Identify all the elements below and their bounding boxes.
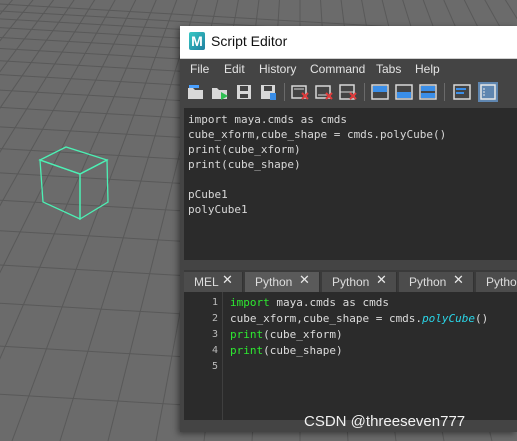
history-line: cube_xform,cube_shape = cmds.polyCube()	[188, 128, 447, 141]
menu-help[interactable]: Help	[415, 62, 440, 76]
save-script-icon[interactable]	[234, 82, 254, 102]
toolbar-separator	[284, 83, 285, 101]
menu-history[interactable]: History	[259, 62, 296, 76]
maya-logo-icon: M	[189, 32, 205, 50]
tab-python[interactable]: Python ✕	[399, 272, 474, 292]
code-text: (cube_xform)	[263, 328, 343, 341]
source-script-icon[interactable]	[210, 82, 230, 102]
toolbar	[180, 79, 517, 105]
code-line: import maya.cmds as cmds	[230, 296, 389, 309]
line-numbers-icon[interactable]	[478, 82, 498, 102]
tab-python[interactable]: Python ✕	[245, 272, 320, 292]
save-to-shelf-icon[interactable]	[258, 82, 278, 102]
line-number: 5	[211, 361, 218, 372]
show-both-icon[interactable]	[418, 82, 438, 102]
tab-label: Python	[255, 275, 293, 289]
line-number: 1	[211, 297, 218, 308]
script-tab-bar: MEL ✕ Python ✕ Python ✕ Python ✕ Pytho	[184, 270, 517, 292]
menu-tabs[interactable]: Tabs	[376, 62, 401, 76]
keyword-token: print	[230, 344, 264, 357]
open-script-icon[interactable]	[186, 82, 206, 102]
history-line: import maya.cmds as cmds	[188, 113, 347, 126]
keyword-token: import	[230, 296, 270, 309]
history-line: print(cube_shape)	[188, 158, 301, 171]
echo-all-commands-icon[interactable]	[452, 82, 472, 102]
tab-mel[interactable]: MEL ✕	[184, 272, 243, 292]
code-line: print(cube_xform)	[230, 328, 343, 341]
title-bar[interactable]: M Script Editor	[180, 26, 517, 59]
toolbar-separator	[364, 83, 365, 101]
history-line: polyCube1	[188, 203, 248, 216]
close-icon[interactable]: ✕	[376, 273, 387, 288]
clear-history-icon[interactable]	[290, 82, 310, 102]
code-text: (cube_shape)	[263, 344, 343, 357]
line-number: 2	[211, 313, 218, 324]
menu-command[interactable]: Command	[310, 62, 365, 76]
close-icon[interactable]: ✕	[299, 273, 310, 288]
tab-label: MEL	[194, 275, 219, 289]
show-input-only-icon[interactable]	[394, 82, 414, 102]
code-text: maya.cmds as cmds	[269, 296, 389, 309]
tab-label: Python	[332, 275, 370, 289]
tab-python[interactable]: Pytho	[476, 272, 517, 292]
code-line: print(cube_shape)	[230, 344, 343, 357]
menu-file[interactable]: File	[190, 62, 209, 76]
code-line: cube_xform,cube_shape = cmds.polyCube()	[230, 312, 488, 325]
keyword-token: print	[230, 328, 264, 341]
tab-label: Pytho	[486, 275, 517, 289]
window-title: Script Editor	[211, 33, 288, 49]
script-input-pane[interactable]: 1 2 3 4 5 import maya.cmds as cmds cube_…	[184, 292, 517, 420]
code-text: ()	[475, 312, 489, 325]
history-line: print(cube_xform)	[188, 143, 301, 156]
pane-splitter[interactable]	[184, 260, 517, 269]
toolbar-separator	[444, 83, 445, 101]
show-history-only-icon[interactable]	[370, 82, 390, 102]
script-editor-window[interactable]: M Script Editor File Edit History Comman…	[180, 26, 517, 432]
line-number-gutter: 1 2 3 4 5	[184, 292, 223, 420]
history-line: pCube1	[188, 188, 228, 201]
line-number: 3	[211, 329, 218, 340]
code-text: cube_xform,cube_shape = cmds.	[230, 312, 423, 325]
function-token: polyCube	[422, 312, 476, 325]
tab-python[interactable]: Python ✕	[322, 272, 397, 292]
history-output-pane[interactable]: import maya.cmds as cmds cube_xform,cube…	[184, 108, 517, 260]
clear-all-icon[interactable]	[338, 82, 358, 102]
watermark: CSDN @threeseven777	[304, 413, 466, 430]
tab-label: Python	[409, 275, 447, 289]
close-icon[interactable]: ✕	[453, 273, 464, 288]
menu-bar: File Edit History Command Tabs Help	[180, 59, 517, 79]
close-icon[interactable]: ✕	[222, 273, 233, 288]
clear-input-icon[interactable]	[314, 82, 334, 102]
line-number: 4	[211, 345, 218, 356]
menu-edit[interactable]: Edit	[224, 62, 245, 76]
